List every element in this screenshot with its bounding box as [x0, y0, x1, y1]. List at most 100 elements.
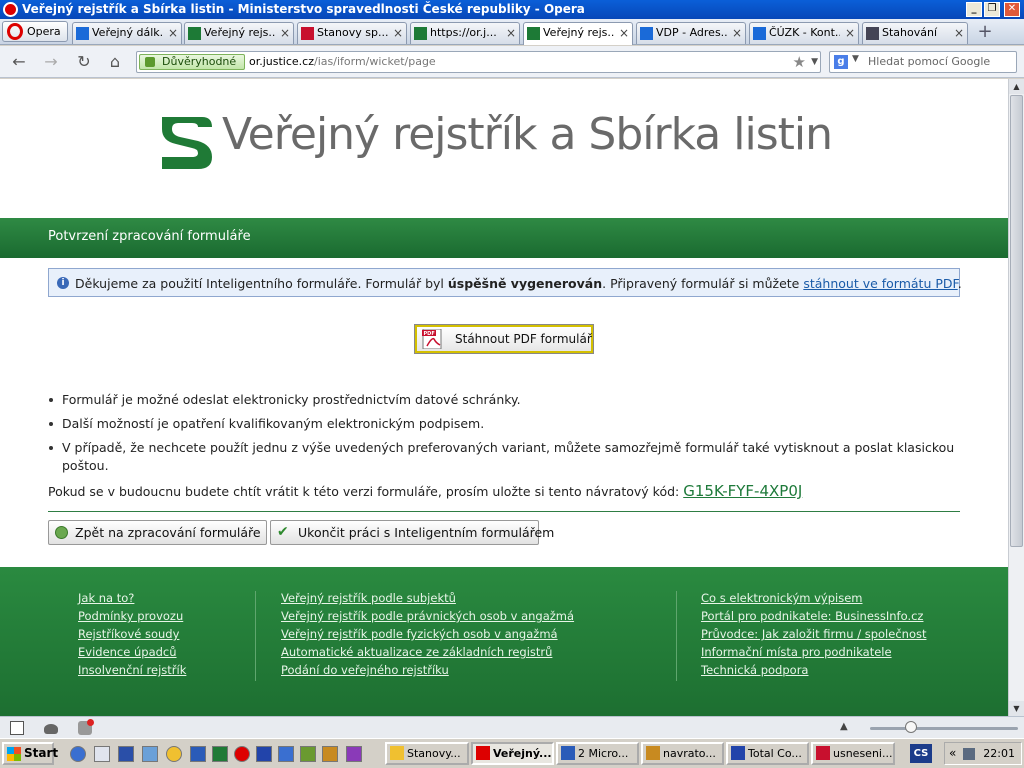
- pdf-file-icon: PDF: [422, 329, 442, 349]
- excel-icon[interactable]: [212, 746, 228, 762]
- language-indicator[interactable]: CS: [910, 744, 932, 763]
- footer-link[interactable]: Evidence úpadců: [78, 643, 186, 661]
- url-field[interactable]: Důvěryhodné or.justice.cz/ias/iform/wick…: [136, 51, 821, 73]
- search-field[interactable]: g ▼ Hledat pomocí Google: [829, 51, 1017, 73]
- svg-text:PDF: PDF: [424, 331, 435, 337]
- back-icon[interactable]: ←: [8, 52, 30, 72]
- footer-link[interactable]: Veřejný rejstřík podle právnických osob …: [281, 607, 574, 625]
- tab-label: Stahování: [882, 26, 938, 39]
- taskbar-item[interactable]: usneseni...: [811, 742, 895, 765]
- zoom-toggle-icon[interactable]: ▲: [840, 721, 854, 735]
- back-to-form-label: Zpět na zpracování formuláře: [75, 525, 261, 540]
- footer-link[interactable]: Veřejný rejstřík podle fyzických osob v …: [281, 625, 574, 643]
- tab-close-icon[interactable]: ×: [954, 23, 964, 43]
- opera-taskbar-icon[interactable]: [234, 746, 250, 762]
- word-icon[interactable]: [190, 746, 206, 762]
- footer-link[interactable]: Průvodce: Jak založit firmu / společnost: [701, 625, 926, 643]
- books-icon[interactable]: [300, 746, 316, 762]
- clock-app-icon[interactable]: [166, 746, 182, 762]
- footer-link[interactable]: Veřejný rejstřík podle subjektů: [281, 589, 574, 607]
- minimize-button[interactable]: _: [966, 2, 982, 17]
- volume-icon[interactable]: [963, 748, 975, 760]
- tab-close-icon[interactable]: ×: [393, 23, 403, 43]
- opera-unite-icon[interactable]: [44, 724, 58, 734]
- browser-tab[interactable]: Stanovy sp... ×: [297, 22, 407, 44]
- taskbar-item[interactable]: 2 Micro...: [556, 742, 639, 765]
- close-window-button[interactable]: ✕: [1004, 2, 1020, 17]
- return-code-text: Pokud se v budoucnu budete chtít vrátit …: [48, 484, 680, 499]
- tab-close-icon[interactable]: ×: [845, 23, 855, 43]
- return-code[interactable]: G15K-FYF-4XP0J: [683, 482, 802, 500]
- browser-tab[interactable]: Veřejný rejs... ×: [184, 22, 294, 44]
- footer-col-1: Jak na to? Podmínky provozu Rejstříkové …: [78, 589, 186, 679]
- footer-link[interactable]: Podmínky provozu: [78, 607, 186, 625]
- taskbar-item[interactable]: Stanovy...: [385, 742, 469, 765]
- save-icon[interactable]: [118, 746, 134, 762]
- reload-icon[interactable]: ↻: [73, 52, 95, 72]
- archive-icon[interactable]: [322, 746, 338, 762]
- maximize-button[interactable]: ❐: [984, 2, 1000, 17]
- tab-close-icon[interactable]: ×: [506, 23, 516, 43]
- browser-tab[interactable]: Stahování ×: [862, 22, 968, 44]
- opera-menu-button[interactable]: Opera: [2, 21, 68, 42]
- footer-col-2: Veřejný rejstřík podle subjektů Veřejný …: [281, 589, 574, 679]
- browser-tab[interactable]: Veřejný rejs... ×: [523, 22, 633, 45]
- footer-link[interactable]: Portál pro podnikatele: BusinessInfo.cz: [701, 607, 926, 625]
- search-engine-dropdown-icon[interactable]: ▼: [852, 54, 859, 64]
- download-pdf-link[interactable]: stáhnout ve formátu PDF: [803, 276, 957, 291]
- download-pdf-button[interactable]: PDF Stáhnout PDF formulář: [414, 324, 594, 354]
- ie-icon[interactable]: [70, 746, 86, 762]
- tab-close-icon[interactable]: ×: [619, 23, 629, 43]
- forward-icon[interactable]: →: [40, 52, 62, 72]
- finish-form-button[interactable]: ✔ Ukončit práci s Inteligentním formulář…: [270, 520, 554, 545]
- paint-icon[interactable]: [346, 746, 362, 762]
- tab-close-icon[interactable]: ×: [168, 23, 178, 43]
- tab-favicon-icon: [527, 27, 540, 40]
- scrollbar-thumb[interactable]: [1010, 95, 1023, 547]
- footer-link[interactable]: Co s elektronickým výpisem: [701, 589, 926, 607]
- footer-link[interactable]: Informační místa pro podnikatele: [701, 643, 926, 661]
- taskbar-item[interactable]: Veřejný...: [471, 742, 554, 765]
- scroll-up-icon[interactable]: ▲: [1009, 79, 1024, 94]
- home-icon[interactable]: ⌂: [104, 52, 126, 72]
- url-dropdown-icon[interactable]: ▼: [811, 52, 818, 72]
- browser-tab[interactable]: https://or.j... ×: [410, 22, 520, 44]
- turbo-icon[interactable]: [78, 719, 94, 735]
- start-label: Start: [24, 746, 59, 760]
- panel-toggle-icon[interactable]: [10, 721, 24, 735]
- browser-tab[interactable]: VDP - Adres... ×: [636, 22, 746, 44]
- tray-expand-icon[interactable]: «: [949, 743, 956, 764]
- total-commander-icon[interactable]: [256, 746, 272, 762]
- browser-tab[interactable]: ČÚZK - Kont... ×: [749, 22, 859, 44]
- scroll-down-icon[interactable]: ▼: [1009, 701, 1024, 716]
- trusted-badge[interactable]: Důvěryhodné: [139, 54, 246, 70]
- system-tray: « 22:01: [944, 742, 1022, 765]
- tab-label: ČÚZK - Kont...: [769, 26, 840, 39]
- taskbar-item-label: navrato...: [663, 747, 716, 760]
- window-title: Veřejný rejstřík a Sbírka listin - Minis…: [22, 2, 585, 16]
- footer-link[interactable]: Insolvenční rejstřík: [78, 661, 186, 679]
- desktop-icon[interactable]: [94, 746, 110, 762]
- outlook-icon[interactable]: [142, 746, 158, 762]
- browser-tab[interactable]: Veřejný dálk... ×: [72, 22, 182, 44]
- new-tab-button[interactable]: +: [972, 23, 998, 42]
- taskbar-item[interactable]: navrato...: [641, 742, 724, 765]
- footer-link[interactable]: Rejstříkové soudy: [78, 625, 186, 643]
- start-button[interactable]: Start: [2, 742, 58, 765]
- footer-link[interactable]: Technická podpora: [701, 661, 926, 679]
- submission-options-list: Formulář je možné odeslat elektronicky p…: [48, 391, 968, 481]
- zoom-slider[interactable]: [870, 727, 1018, 730]
- tab-favicon-icon: [640, 27, 653, 40]
- network-icon[interactable]: [278, 746, 294, 762]
- taskbar-item-label: Veřejný...: [493, 747, 552, 760]
- bookmark-star-icon[interactable]: ★: [793, 52, 806, 72]
- vertical-scrollbar[interactable]: ▲ ▼: [1008, 79, 1024, 716]
- tab-close-icon[interactable]: ×: [732, 23, 742, 43]
- zoom-slider-knob[interactable]: [905, 721, 917, 733]
- footer-link[interactable]: Jak na to?: [78, 589, 186, 607]
- footer-link[interactable]: Podání do veřejného rejstříku: [281, 661, 574, 679]
- back-to-form-button[interactable]: Zpět na zpracování formuláře: [48, 520, 267, 545]
- footer-link[interactable]: Automatické aktualizace ze základních re…: [281, 643, 574, 661]
- tab-close-icon[interactable]: ×: [280, 23, 290, 43]
- taskbar-item[interactable]: Total Co...: [726, 742, 809, 765]
